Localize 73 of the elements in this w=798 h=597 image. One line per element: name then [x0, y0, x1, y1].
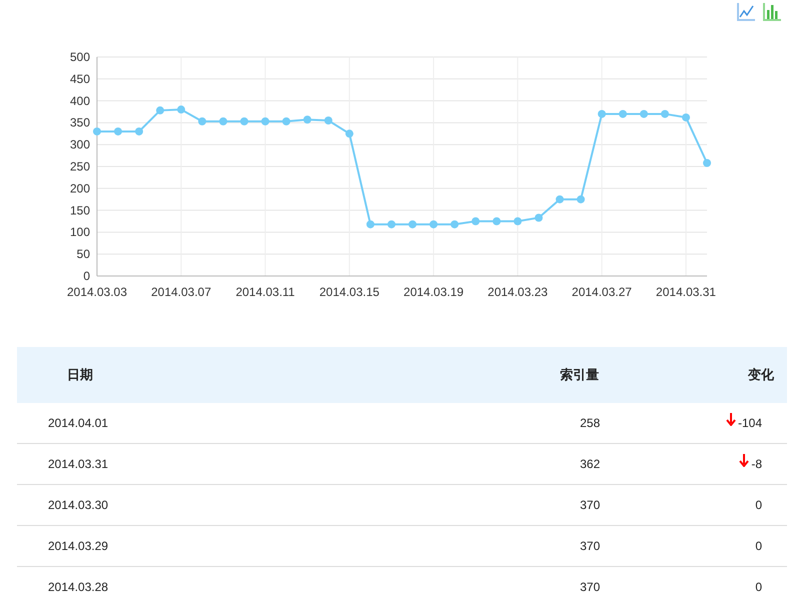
data-point	[618, 110, 627, 118]
bar-chart-icon	[762, 2, 782, 22]
x-tick-label: 2014.03.27	[572, 285, 632, 299]
data-point	[514, 217, 522, 226]
y-tick-label: 0	[83, 269, 90, 283]
count-cell-text: 370	[578, 498, 601, 512]
data-point	[492, 217, 501, 226]
y-tick-label: 150	[70, 203, 90, 218]
data-point	[324, 116, 332, 124]
data-point	[682, 113, 690, 122]
x-tick-label: 2014.03.11	[236, 285, 295, 299]
x-tick-label: 2014.03.15	[319, 285, 380, 299]
change-cell: 0	[755, 539, 762, 553]
x-tick-label: 2014.03.07	[151, 285, 212, 299]
data-point	[282, 117, 290, 126]
data-point	[177, 106, 186, 114]
data-point	[598, 110, 606, 118]
y-tick-label: 300	[70, 138, 90, 152]
count-cell-text: 370	[578, 539, 601, 553]
y-tick-label: 200	[70, 181, 90, 196]
data-point	[408, 220, 417, 228]
column-header: 索引量	[559, 366, 600, 384]
date-cell-text: 2014.04.01	[47, 416, 110, 430]
count-cell-text: 370	[578, 580, 601, 594]
y-tick-label: 50	[76, 247, 90, 262]
y-tick-label: 450	[70, 72, 90, 86]
column-header: 日期	[66, 366, 94, 384]
date-cell-text: 2014.03.30	[47, 498, 110, 512]
x-tick-label: 2014.03.31	[656, 285, 716, 299]
data-point	[703, 159, 711, 167]
column-header: 变化	[747, 366, 775, 384]
count-cell-text: 258	[578, 416, 601, 430]
y-tick-label: 500	[70, 50, 90, 64]
change-cell: -8	[751, 457, 762, 471]
line-chart-button[interactable]	[736, 2, 756, 22]
data-point	[345, 130, 354, 138]
count-cell-text: 362	[578, 457, 601, 471]
data-point	[93, 127, 101, 136]
data-point	[135, 127, 144, 136]
bar-chart-button[interactable]	[762, 2, 782, 22]
x-tick-label: 2014.03.19	[404, 285, 464, 299]
x-tick-label: 2014.03.23	[488, 285, 548, 299]
data-point	[450, 220, 459, 228]
data-point	[198, 117, 206, 126]
y-tick-label: 100	[70, 225, 90, 240]
data-point	[534, 214, 543, 222]
down-arrow-icon	[726, 412, 736, 426]
down-arrow-icon	[739, 454, 750, 466]
date-cell-text: 2014.03.29	[47, 539, 110, 553]
data-point	[387, 220, 396, 228]
data-point	[114, 127, 122, 136]
data-point	[303, 116, 312, 124]
data-point	[660, 110, 669, 118]
change-cell: 0	[755, 498, 762, 512]
data-point	[240, 117, 248, 126]
y-tick-label: 250	[70, 160, 90, 174]
date-cell-text: 2014.03.31	[47, 457, 110, 471]
data-point	[640, 110, 648, 118]
y-tick-label: 350	[70, 116, 90, 130]
data-point	[219, 117, 228, 126]
x-tick-label: 2014.03.03	[66, 285, 128, 299]
data-point	[156, 106, 164, 114]
data-point	[430, 220, 438, 228]
data-point	[556, 195, 564, 204]
data-point	[576, 195, 585, 204]
data-point	[472, 217, 480, 226]
date-cell-text: 2014.03.28	[47, 580, 110, 594]
data-point	[261, 117, 270, 126]
y-tick-label: 400	[70, 94, 90, 108]
change-cell: 0	[755, 580, 762, 594]
line-chart-icon	[736, 2, 756, 22]
change-cell: -104	[738, 416, 762, 430]
data-point	[366, 220, 374, 228]
